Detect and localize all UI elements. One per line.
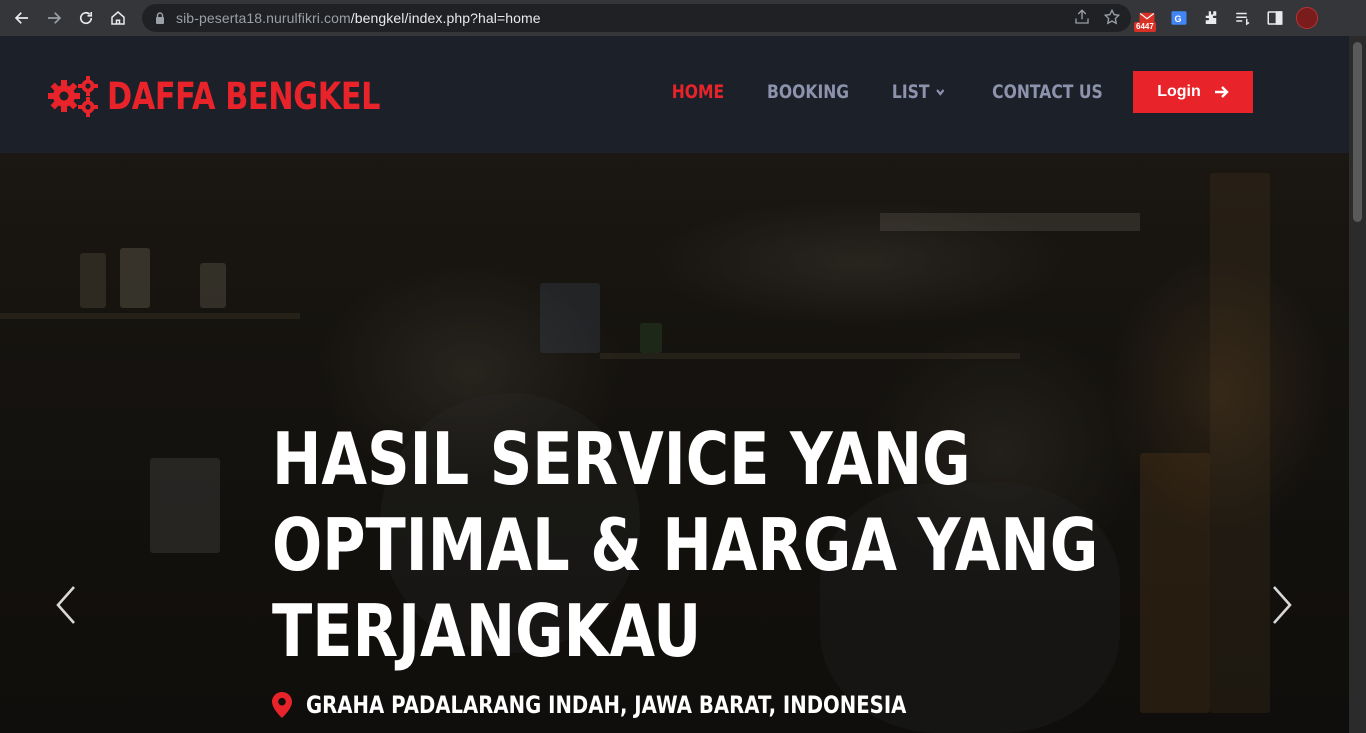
nav-booking[interactable]: BOOKING [767,71,849,113]
url-text: sib-peserta18.nurulfikri.com/bengkel/ind… [176,10,541,26]
profile-avatar[interactable] [1296,7,1318,29]
carousel-prev-button[interactable] [52,583,82,627]
page: DAFFA BENGKEL HOME BOOKING LIST CONTACT … [0,36,1349,733]
reading-list-icon[interactable] [1232,7,1254,29]
site-navbar: DAFFA BENGKEL HOME BOOKING LIST CONTACT … [0,36,1349,153]
mail-extension-icon[interactable]: 6447 [1134,7,1158,32]
location-text: GRAHA PADALARANG INDAH, JAWA BARAT, INDO… [306,691,907,719]
mail-badge: 6447 [1134,22,1156,32]
translate-extension-icon[interactable]: G [1168,7,1190,29]
hero-headline: HASIL SERVICE YANG OPTIMAL & HARGA YANG … [272,416,1099,674]
map-pin-icon [272,692,292,718]
brand-logo[interactable]: DAFFA BENGKEL [47,74,440,118]
lock-icon [156,12,164,24]
hero-location: GRAHA PADALARANG INDAH, JAWA BARAT, INDO… [272,691,1038,719]
reload-icon[interactable] [70,2,102,34]
nav-home[interactable]: HOME [672,71,724,113]
back-icon[interactable] [6,2,38,34]
chevron-left-icon [56,586,75,624]
brand-name: DAFFA BENGKEL [107,74,381,118]
side-panel-icon[interactable] [1264,7,1286,29]
nav-list-dropdown[interactable]: LIST [892,71,946,113]
hero-headline-line: OPTIMAL & HARGA YANG [272,503,1099,587]
hero-headline-line: TERJANGKAU [272,589,702,673]
bookmark-star-icon[interactable] [1103,8,1121,26]
nav-contact-us[interactable]: CONTACT US [992,71,1103,113]
scrollbar-thumb[interactable] [1353,42,1362,222]
main-menu: HOME BOOKING LIST CONTACT US Login [638,71,1253,113]
forward-icon[interactable] [38,2,70,34]
svg-text:G: G [1175,14,1182,24]
address-bar[interactable]: sib-peserta18.nurulfikri.com/bengkel/ind… [142,4,1131,32]
chevron-down-icon [936,89,945,96]
arrow-right-icon [1214,86,1229,98]
share-icon[interactable] [1073,8,1091,26]
gears-icon [48,76,98,117]
carousel-next-button[interactable] [1266,583,1296,627]
browser-toolbar: sib-peserta18.nurulfikri.com/bengkel/ind… [0,0,1366,36]
login-button[interactable]: Login [1133,71,1253,113]
chevron-right-icon [1273,586,1292,624]
puzzle-extensions-icon[interactable] [1200,7,1222,29]
page-scrollbar[interactable] [1349,36,1366,733]
home-icon[interactable] [102,2,134,34]
hero-headline-line: HASIL SERVICE YANG [272,417,971,501]
